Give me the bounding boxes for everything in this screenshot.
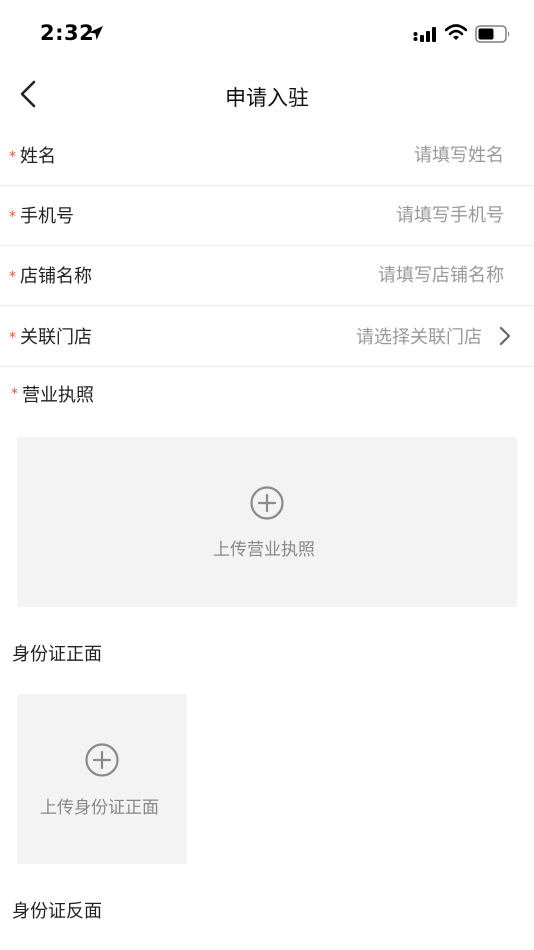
id-front-upload[interactable]: 上传身份证正面: [17, 694, 187, 864]
phone-label: 手机号: [20, 206, 74, 227]
business-license-upload[interactable]: 上传营业执照: [17, 437, 517, 607]
page-title: 申请入驻: [225, 86, 309, 110]
name-label: 姓名: [20, 146, 56, 167]
shop-name-label: 店铺名称: [20, 266, 92, 287]
add-circle-icon: [250, 486, 284, 520]
required-mark: *: [11, 386, 18, 402]
shop-name-input[interactable]: [264, 261, 504, 289]
name-input[interactable]: [264, 141, 504, 169]
location-arrow-icon: [89, 26, 103, 40]
required-mark: *: [9, 330, 16, 346]
linked-store-label: 关联门店: [20, 327, 92, 348]
cellular-signal-icon: [413, 27, 436, 42]
name-row: * 姓名: [0, 125, 534, 186]
required-mark: *: [9, 209, 16, 225]
wifi-icon: [445, 24, 467, 40]
phone-row: * 手机号: [0, 185, 534, 246]
required-mark: *: [9, 269, 16, 285]
chevron-right-icon: [499, 326, 511, 346]
id-front-label: 身份证正面: [12, 644, 102, 665]
linked-store-placeholder: 请选择关联门店: [356, 327, 482, 348]
business-license-upload-text: 上传营业执照: [213, 540, 315, 560]
phone-input[interactable]: [264, 201, 504, 229]
business-license-label: 营业执照: [22, 385, 94, 406]
required-mark: *: [9, 149, 16, 165]
status-bar: 2:32: [0, 0, 534, 66]
id-front-upload-text: 上传身份证正面: [40, 798, 159, 818]
id-back-label: 身份证反面: [12, 901, 102, 922]
battery-icon: [475, 25, 510, 43]
shop-name-row: * 店铺名称: [0, 245, 534, 306]
add-circle-icon: [85, 743, 119, 777]
nav-bar: 申请入驻: [0, 66, 534, 124]
status-time: 2:32: [40, 21, 95, 45]
linked-store-select[interactable]: * 关联门店 请选择关联门店: [0, 306, 534, 367]
